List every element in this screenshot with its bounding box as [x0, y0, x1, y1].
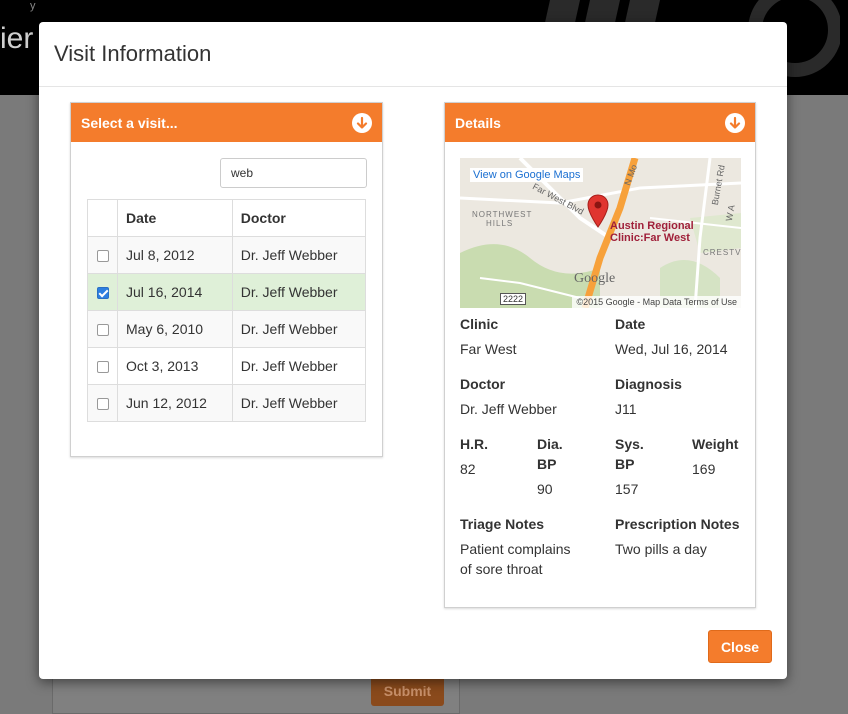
table-row[interactable]: Jul 16, 2014 Dr. Jeff Webber	[87, 273, 367, 311]
view-on-google-maps-link[interactable]: View on Google Maps	[470, 168, 584, 182]
road-sign: 2222	[500, 293, 527, 305]
table-row[interactable]: Oct 3, 2013 Dr. Jeff Webber	[87, 347, 367, 385]
visit-date-cell: Jul 8, 2012	[117, 236, 233, 274]
clinic-value: Far West	[460, 341, 517, 357]
visit-doctor-cell: Dr. Jeff Webber	[231, 310, 367, 348]
circle-arrow-down-icon[interactable]	[352, 112, 372, 133]
doctor-value: Dr. Jeff Webber	[460, 401, 557, 417]
table-row[interactable]: Jul 8, 2012 Dr. Jeff Webber	[87, 236, 367, 274]
visit-date-cell: Jul 16, 2014	[117, 273, 233, 311]
clinic-label: Clinic	[460, 316, 499, 332]
diagnosis-label: Diagnosis	[615, 376, 682, 392]
row-checkbox[interactable]	[97, 361, 109, 374]
prescription-notes-value: Two pills a day	[615, 541, 707, 557]
row-checkbox[interactable]	[97, 250, 109, 263]
close-button[interactable]: Close	[708, 630, 772, 663]
diastolic-bp-label: Dia. BP	[537, 436, 563, 472]
circle-arrow-down-icon[interactable]	[725, 112, 745, 133]
table-header-row: Date Doctor	[87, 199, 367, 237]
heart-rate-value: 82	[460, 461, 476, 477]
date-label: Date	[615, 316, 646, 332]
details-panel: Details View on Google Maps NORTHWEST HI…	[444, 102, 756, 608]
checkbox-column-header	[87, 199, 118, 237]
visit-date-cell: Jun 12, 2012	[117, 384, 233, 422]
date-column-header: Date	[117, 199, 233, 237]
systolic-bp-label: Sys. BP	[615, 436, 644, 472]
triage-notes-label: Triage Notes	[460, 516, 545, 532]
visit-doctor-cell: Dr. Jeff Webber	[231, 384, 367, 422]
row-checkbox[interactable]	[97, 324, 109, 337]
visit-doctor-cell: Dr. Jeff Webber	[231, 236, 367, 274]
weight-label: Weight	[692, 436, 739, 452]
date-value: Wed, Jul 16, 2014	[615, 341, 728, 357]
doctor-label: Doctor	[460, 376, 506, 392]
map-marker-label: Austin Regional Clinic:Far West	[610, 220, 694, 244]
map-area-label: CRESTV	[703, 248, 741, 257]
map-pin-icon[interactable]	[587, 194, 609, 228]
details-panel-heading[interactable]: Details	[445, 103, 755, 142]
details-heading-label: Details	[455, 114, 501, 131]
prescription-notes-label: Prescription Notes	[615, 516, 740, 532]
select-visit-heading-label: Select a visit...	[81, 114, 178, 131]
map-attribution[interactable]: ©2015 Google - Map Data Terms of Use	[572, 296, 741, 308]
diagnosis-value: J11	[615, 401, 637, 417]
doctor-column-header: Doctor	[231, 199, 367, 237]
visit-search-input[interactable]	[220, 158, 367, 188]
visit-doctor-cell: Dr. Jeff Webber	[231, 347, 367, 385]
heart-rate-label: H.R.	[460, 436, 488, 452]
systolic-bp-value: 157	[615, 481, 639, 497]
visit-information-modal: Visit Information Select a visit... Date…	[39, 22, 787, 679]
visit-date-cell: May 6, 2010	[117, 310, 233, 348]
visit-date-cell: Oct 3, 2013	[117, 347, 233, 385]
google-logo: Google	[574, 271, 616, 286]
select-visit-panel-heading[interactable]: Select a visit...	[71, 103, 382, 142]
visit-doctor-cell: Dr. Jeff Webber	[231, 273, 367, 311]
select-visit-panel: Select a visit... Date Doctor Jul 8, 201…	[70, 102, 383, 457]
background-page-title: ier	[0, 22, 34, 55]
row-checkbox[interactable]	[97, 398, 109, 411]
background-top-text: y	[30, 0, 36, 12]
background-submit-button: Submit	[371, 676, 444, 706]
weight-value: 169	[692, 461, 716, 477]
triage-notes-value: Patient complains of sore throat	[460, 541, 571, 577]
diastolic-bp-value: 90	[537, 481, 553, 497]
row-checkbox[interactable]	[97, 287, 109, 300]
table-row[interactable]: Jun 12, 2012 Dr. Jeff Webber	[87, 384, 367, 422]
visits-table: Date Doctor Jul 8, 2012 Dr. Jeff Webber …	[87, 199, 367, 422]
modal-header: Visit Information	[39, 22, 787, 87]
modal-title: Visit Information	[54, 41, 212, 66]
table-row[interactable]: May 6, 2010 Dr. Jeff Webber	[87, 310, 367, 348]
clinic-map[interactable]: View on Google Maps NORTHWEST HILLS CRES…	[460, 158, 741, 308]
map-area-label: NORTHWEST HILLS	[472, 210, 533, 228]
